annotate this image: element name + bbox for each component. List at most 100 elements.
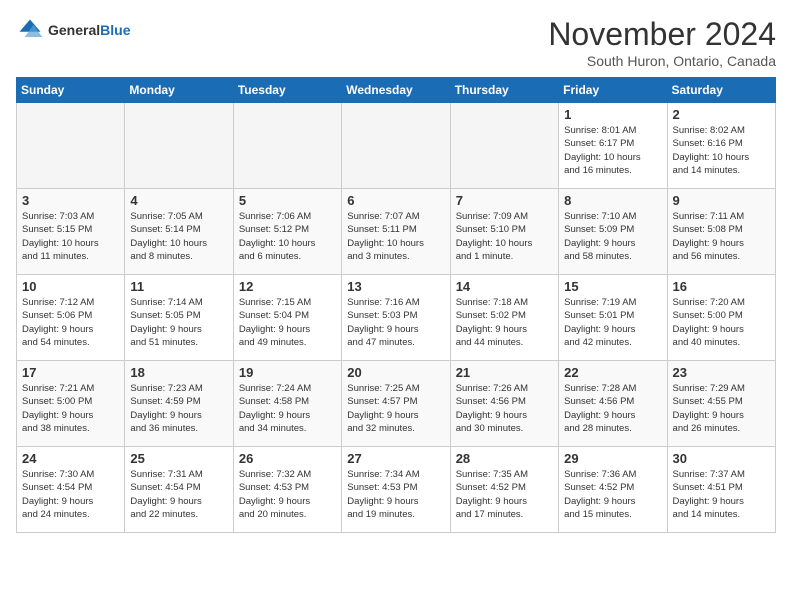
calendar-cell: 24 Sunrise: 7:30 AM Sunset: 4:54 PM Dayli… [17,447,125,533]
calendar-table: SundayMondayTuesdayWednesdayThursdayFrid… [16,77,776,533]
day-number: 20 [347,365,444,380]
calendar-cell [450,103,558,189]
day-number: 17 [22,365,119,380]
day-number: 5 [239,193,336,208]
day-info: Sunrise: 7:18 AM Sunset: 5:02 PM Dayligh… [456,296,553,349]
calendar-cell: 27Sunrise: 7:34 AM Sunset: 4:53 PM Dayli… [342,447,450,533]
calendar-cell: 16 Sunrise: 7:20 AM Sunset: 5:00 PM Dayli… [667,275,775,361]
day-info: Sunrise: 7:19 AM Sunset: 5:01 PM Dayligh… [564,296,661,349]
calendar-cell [17,103,125,189]
day-info: Sunrise: 7:14 AM Sunset: 5:05 PM Dayligh… [130,296,227,349]
calendar-cell: 3 Sunrise: 7:03 AM Sunset: 5:15 PM Daylig… [17,189,125,275]
logo: GeneralBlue [16,16,130,44]
calendar-cell: 14 Sunrise: 7:18 AM Sunset: 5:02 PM Dayli… [450,275,558,361]
calendar-week-5: 24 Sunrise: 7:30 AM Sunset: 4:54 PM Dayli… [17,447,776,533]
day-number: 2 [673,107,770,122]
calendar-body: 1 Sunrise: 8:01 AM Sunset: 6:17 PM Daylig… [17,103,776,533]
day-info: Sunrise: 7:31 AM Sunset: 4:54 PM Dayligh… [130,468,227,521]
calendar-cell: 20Sunrise: 7:25 AM Sunset: 4:57 PM Dayli… [342,361,450,447]
calendar-header-row: SundayMondayTuesdayWednesdayThursdayFrid… [17,78,776,103]
calendar-cell: 10 Sunrise: 7:12 AM Sunset: 5:06 PM Dayli… [17,275,125,361]
calendar-cell: 9 Sunrise: 7:11 AM Sunset: 5:08 PM Daylig… [667,189,775,275]
calendar-cell: 18Sunrise: 7:23 AM Sunset: 4:59 PM Dayli… [125,361,233,447]
day-info: Sunrise: 7:16 AM Sunset: 5:03 PM Dayligh… [347,296,444,349]
day-number: 24 [22,451,119,466]
day-info: Sunrise: 7:10 AM Sunset: 5:09 PM Dayligh… [564,210,661,263]
location: South Huron, Ontario, Canada [548,53,776,69]
calendar-cell: 5 Sunrise: 7:06 AM Sunset: 5:12 PM Daylig… [233,189,341,275]
calendar-week-1: 1 Sunrise: 8:01 AM Sunset: 6:17 PM Daylig… [17,103,776,189]
calendar-cell: 7 Sunrise: 7:09 AM Sunset: 5:10 PM Daylig… [450,189,558,275]
day-number: 23 [673,365,770,380]
calendar-week-3: 10 Sunrise: 7:12 AM Sunset: 5:06 PM Dayli… [17,275,776,361]
day-number: 10 [22,279,119,294]
day-number: 19 [239,365,336,380]
day-info: Sunrise: 7:12 AM Sunset: 5:06 PM Dayligh… [22,296,119,349]
calendar-cell [342,103,450,189]
day-info: Sunrise: 7:06 AM Sunset: 5:12 PM Dayligh… [239,210,336,263]
day-number: 26 [239,451,336,466]
day-info: Sunrise: 7:05 AM Sunset: 5:14 PM Dayligh… [130,210,227,263]
weekday-header-monday: Monday [125,78,233,103]
day-info: Sunrise: 7:35 AM Sunset: 4:52 PM Dayligh… [456,468,553,521]
day-number: 1 [564,107,661,122]
calendar-cell: 1 Sunrise: 8:01 AM Sunset: 6:17 PM Daylig… [559,103,667,189]
day-info: Sunrise: 7:34 AM Sunset: 4:53 PM Dayligh… [347,468,444,521]
calendar-cell [125,103,233,189]
day-number: 7 [456,193,553,208]
weekday-header-wednesday: Wednesday [342,78,450,103]
day-number: 15 [564,279,661,294]
day-number: 3 [22,193,119,208]
day-number: 14 [456,279,553,294]
calendar-cell: 6 Sunrise: 7:07 AM Sunset: 5:11 PM Daylig… [342,189,450,275]
day-info: Sunrise: 7:11 AM Sunset: 5:08 PM Dayligh… [673,210,770,263]
calendar-cell [233,103,341,189]
day-number: 21 [456,365,553,380]
day-info: Sunrise: 8:01 AM Sunset: 6:17 PM Dayligh… [564,124,661,177]
calendar-week-2: 3 Sunrise: 7:03 AM Sunset: 5:15 PM Daylig… [17,189,776,275]
calendar-cell: 15 Sunrise: 7:19 AM Sunset: 5:01 PM Dayli… [559,275,667,361]
day-info: Sunrise: 7:24 AM Sunset: 4:58 PM Dayligh… [239,382,336,435]
calendar-cell: 29 Sunrise: 7:36 AM Sunset: 4:52 PM Dayli… [559,447,667,533]
calendar-cell: 26 Sunrise: 7:32 AM Sunset: 4:53 PM Dayli… [233,447,341,533]
calendar-cell: 30Sunrise: 7:37 AM Sunset: 4:51 PM Dayli… [667,447,775,533]
day-number: 11 [130,279,227,294]
day-number: 29 [564,451,661,466]
day-number: 25 [130,451,227,466]
day-info: Sunrise: 7:07 AM Sunset: 5:11 PM Dayligh… [347,210,444,263]
day-info: Sunrise: 7:09 AM Sunset: 5:10 PM Dayligh… [456,210,553,263]
day-number: 9 [673,193,770,208]
day-number: 13 [347,279,444,294]
calendar-cell: 21Sunrise: 7:26 AM Sunset: 4:56 PM Dayli… [450,361,558,447]
day-info: Sunrise: 7:32 AM Sunset: 4:53 PM Dayligh… [239,468,336,521]
calendar-cell: 23Sunrise: 7:29 AM Sunset: 4:55 PM Dayli… [667,361,775,447]
title-block: November 2024 South Huron, Ontario, Cana… [548,16,776,69]
calendar-cell: 17Sunrise: 7:21 AM Sunset: 5:00 PM Dayli… [17,361,125,447]
calendar-cell: 8 Sunrise: 7:10 AM Sunset: 5:09 PM Daylig… [559,189,667,275]
day-number: 4 [130,193,227,208]
day-info: Sunrise: 7:30 AM Sunset: 4:54 PM Dayligh… [22,468,119,521]
weekday-header-tuesday: Tuesday [233,78,341,103]
calendar-cell: 4 Sunrise: 7:05 AM Sunset: 5:14 PM Daylig… [125,189,233,275]
page-header: GeneralBlue November 2024 South Huron, O… [16,16,776,69]
day-number: 12 [239,279,336,294]
calendar-cell: 2 Sunrise: 8:02 AM Sunset: 6:16 PM Daylig… [667,103,775,189]
day-info: Sunrise: 8:02 AM Sunset: 6:16 PM Dayligh… [673,124,770,177]
day-number: 16 [673,279,770,294]
weekday-header-friday: Friday [559,78,667,103]
weekday-header-thursday: Thursday [450,78,558,103]
calendar-cell: 13 Sunrise: 7:16 AM Sunset: 5:03 PM Dayli… [342,275,450,361]
day-info: Sunrise: 7:28 AM Sunset: 4:56 PM Dayligh… [564,382,661,435]
calendar-cell: 12 Sunrise: 7:15 AM Sunset: 5:04 PM Dayli… [233,275,341,361]
day-info: Sunrise: 7:23 AM Sunset: 4:59 PM Dayligh… [130,382,227,435]
day-info: Sunrise: 7:15 AM Sunset: 5:04 PM Dayligh… [239,296,336,349]
day-number: 30 [673,451,770,466]
day-number: 6 [347,193,444,208]
day-info: Sunrise: 7:36 AM Sunset: 4:52 PM Dayligh… [564,468,661,521]
day-number: 8 [564,193,661,208]
calendar-cell: 25 Sunrise: 7:31 AM Sunset: 4:54 PM Dayli… [125,447,233,533]
calendar-week-4: 17Sunrise: 7:21 AM Sunset: 5:00 PM Dayli… [17,361,776,447]
day-info: Sunrise: 7:03 AM Sunset: 5:15 PM Dayligh… [22,210,119,263]
day-info: Sunrise: 7:20 AM Sunset: 5:00 PM Dayligh… [673,296,770,349]
logo-icon [16,16,44,44]
